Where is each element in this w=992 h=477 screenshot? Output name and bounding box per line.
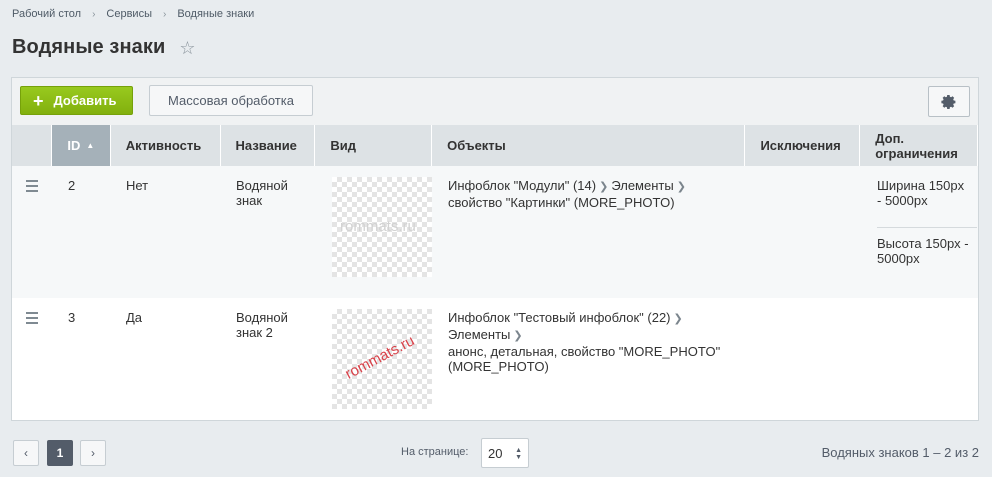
gear-icon (941, 94, 956, 109)
add-button-label: Добавить (53, 93, 117, 108)
watermark-text: rommats.ru (342, 332, 418, 383)
breadcrumb-item-services[interactable]: Сервисы (106, 8, 152, 20)
chevron-right-icon: ❯ (673, 313, 683, 325)
table-header: ID ▲ Активность Название Вид Объекты Иск… (12, 125, 978, 166)
limits-divider (877, 227, 977, 228)
object-elements: Элементы (448, 327, 511, 342)
limit-width: Ширина 150px - 5000px (877, 178, 965, 208)
breadcrumb-item-watermarks[interactable]: Водяные знаки (177, 8, 254, 20)
row-objects: Инфоблок "Тестовый инфоблок" (22) ❯ Элеме… (448, 310, 738, 374)
chevron-right-icon: ❯ (676, 181, 686, 193)
chevron-right-icon: › (92, 8, 96, 20)
drag-handle-icon[interactable] (26, 312, 38, 327)
row-name[interactable]: Водяной знак 2 (236, 310, 304, 340)
plus-icon: + (33, 90, 44, 111)
per-page-value: 20 (488, 445, 503, 461)
breadcrumb: Рабочий стол › Сервисы › Водяные знаки (12, 8, 254, 20)
page-button-current[interactable]: 1 (47, 440, 73, 466)
row-id: 2 (68, 178, 76, 193)
page-title: Водяные знаки (12, 36, 166, 58)
toolbar: + Добавить Массовая обработка (12, 78, 978, 125)
object-elements: Элементы (611, 178, 674, 193)
header-objects[interactable]: Объекты (432, 125, 746, 166)
chevron-right-icon: ❯ (513, 330, 523, 342)
object-property: свойство "Картинки" (MORE_PHOTO) (448, 195, 675, 210)
header-name[interactable]: Название (221, 125, 316, 166)
settings-button[interactable] (928, 86, 970, 117)
chevron-right-icon: › (91, 446, 95, 460)
table-row[interactable]: 3 Да Водяной знак 2 rommats.ru Инфоблок … (12, 298, 978, 420)
object-infoblock: Инфоблок "Тестовый инфоблок" (22) (448, 310, 671, 325)
title-row: Водяные знаки ☆ (12, 36, 196, 59)
chevron-right-icon: ❯ (599, 181, 609, 193)
header-exceptions[interactable]: Исключения (745, 125, 861, 166)
records-summary: Водяных знаков 1 – 2 из 2 (821, 445, 979, 460)
header-id[interactable]: ID ▲ (51, 125, 111, 166)
drag-handle-icon[interactable] (26, 180, 38, 195)
prev-page-button[interactable]: ‹ (13, 440, 39, 466)
per-page-select[interactable]: 20 ▲ ▼ (481, 438, 529, 468)
watermarks-panel: + Добавить Массовая обработка ID ▲ Актив… (11, 77, 979, 421)
chevron-left-icon: ‹ (24, 446, 28, 460)
row-active: Нет (126, 178, 149, 193)
row-active: Да (126, 310, 143, 325)
star-icon[interactable]: ☆ (179, 39, 195, 57)
chevron-right-icon: › (162, 8, 167, 20)
header-drag-column (12, 125, 52, 166)
row-limits: Ширина 150px - 5000px Высота 150px - 500… (877, 178, 977, 266)
per-page-label: На странице: (401, 446, 469, 458)
header-view[interactable]: Вид (315, 125, 433, 166)
add-button[interactable]: + Добавить (20, 86, 133, 115)
header-id-label: ID (67, 138, 81, 153)
breadcrumb-item-desktop[interactable]: Рабочий стол (12, 8, 81, 20)
watermark-preview: rommats.ru (332, 177, 432, 277)
row-objects: Инфоблок "Модули" (14) ❯ Элементы ❯ свойств… (448, 178, 738, 210)
header-active[interactable]: Активность (111, 125, 221, 166)
object-property: анонс, детальная, свойство "MORE_PHOTO" … (448, 344, 721, 374)
mass-processing-button[interactable]: Массовая обработка (149, 85, 313, 116)
limit-height: Высота 150px - 5000px (877, 236, 969, 266)
object-infoblock: Инфоблок "Модули" (14) (448, 178, 597, 193)
next-page-button[interactable]: › (80, 440, 106, 466)
row-name[interactable]: Водяной знак (236, 178, 304, 208)
table-row[interactable]: 2 Нет Водяной знак rommats.ru Инфоблок "… (12, 166, 978, 298)
sort-asc-icon: ▲ (86, 141, 95, 150)
updown-icon: ▲ ▼ (515, 447, 522, 461)
header-limits[interactable]: Доп. ограничения (860, 125, 978, 166)
watermark-preview: rommats.ru (332, 309, 432, 409)
row-id: 3 (68, 310, 76, 325)
watermark-text: rommats.ru (340, 218, 416, 235)
